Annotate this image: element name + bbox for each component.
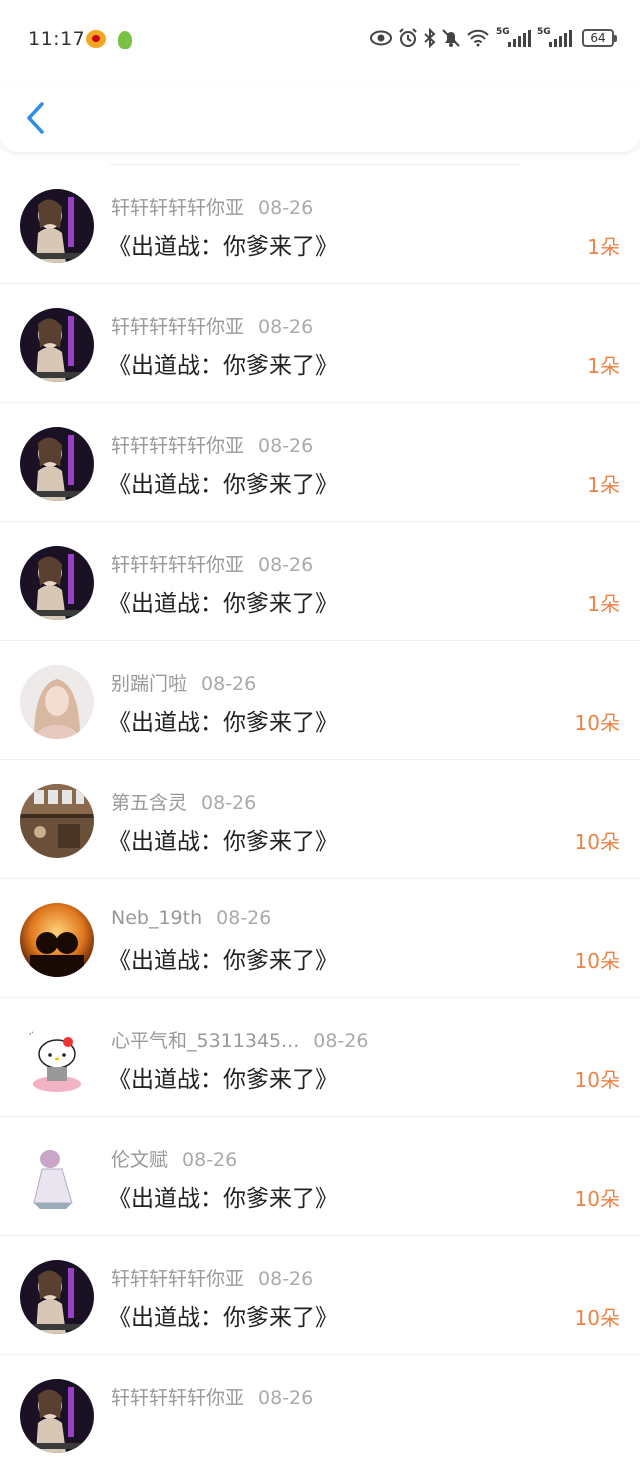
record-date: 08-26 [182,1149,238,1171]
work-title: 《出道战：你爹来了》 [108,472,338,498]
gift-record-row[interactable]: 轩轩轩轩轩你亚 08-26 《出道战：你爹来了》 1朵 [0,165,640,284]
flower-count: 1朵 [587,473,620,497]
svg-text:平: 平 [82,1026,91,1037]
user-name[interactable]: 轩轩轩轩轩你亚 [111,316,244,338]
work-title: 《出道战：你爹来了》 [108,1067,338,1093]
signal-strength-2: 5G [537,27,572,47]
flower-count: 10朵 [574,711,620,735]
signal-strength-1: 5G [496,27,531,47]
back-button[interactable] [18,98,52,138]
flower-count: 10朵 [574,949,620,973]
gift-record-row[interactable]: 轩轩轩轩轩你亚 08-26 《出道战：你爹来了》 10朵 [0,1236,640,1355]
record-date: 08-26 [216,907,272,929]
eye-icon [370,30,392,46]
user-name[interactable]: Neb_19th [111,907,202,929]
user-avatar[interactable] [20,665,94,739]
user-avatar[interactable] [20,1379,94,1453]
record-date: 08-26 [201,673,257,695]
user-name[interactable]: 第五含灵 [111,792,187,814]
record-date: 08-26 [258,1387,314,1409]
work-title: 《出道战：你爹来了》 [108,948,338,974]
gift-record-row[interactable]: 轩轩轩轩轩你亚 08-26 《出道战：你爹来了》 1朵 [0,403,640,522]
user-name[interactable]: 轩轩轩轩轩你亚 [111,1387,244,1409]
work-title: 《出道战：你爹来了》 [108,829,338,855]
record-date: 08-26 [258,197,314,219]
mute-bell-icon [442,28,460,48]
status-bar: 11:17 5G 5G 64 [0,0,640,82]
user-avatar[interactable] [20,427,94,501]
network-type-1: 5G [496,27,510,37]
flower-count: 10朵 [574,1187,620,1211]
record-meta: 第五含灵 08-26 [111,788,256,815]
bulb-notification-icon [118,31,132,49]
work-title: 《出道战：你爹来了》 [108,710,338,736]
user-avatar[interactable] [20,784,94,858]
record-meta: 别踹门啦 08-26 [111,669,256,696]
battery-indicator: 64 [582,29,617,47]
flower-count: 10朵 [574,1068,620,1092]
user-avatar[interactable] [20,903,94,977]
user-name[interactable]: 轩轩轩轩轩你亚 [111,554,244,576]
bluetooth-icon [424,28,436,48]
gift-record-row[interactable]: 伦文赋 08-26 《出道战：你爹来了》 10朵 [0,1117,640,1236]
record-meta: 轩轩轩轩轩你亚 08-26 [111,1264,313,1291]
record-meta: 伦文赋 08-26 [111,1145,237,1172]
flower-count: 1朵 [587,235,620,259]
work-title: 《出道战：你爹来了》 [108,353,338,379]
flower-count: 1朵 [587,354,620,378]
record-date: 08-26 [258,1268,314,1290]
record-date: 08-26 [201,792,257,814]
record-meta: 轩轩轩轩轩你亚 08-26 [111,1383,313,1410]
record-date: 08-26 [258,435,314,457]
gift-record-row[interactable]: 轩轩轩轩轩你亚 08-26 《出道战：你爹来了》 1朵 [0,522,640,641]
record-meta: 轩轩轩轩轩你亚 08-26 [111,550,313,577]
gift-record-row[interactable]: 轩轩轩轩轩你亚 08-26 《出道战：你爹来了》 1朵 [0,284,640,403]
user-name[interactable]: 心平气和_5311345... [111,1030,299,1052]
status-time: 11:17 [28,28,86,50]
chevron-left-icon [27,102,44,134]
record-meta: 轩轩轩轩轩你亚 08-26 [111,431,313,458]
user-avatar[interactable] [20,1260,94,1334]
gift-record-list: 轩轩轩轩轩你亚 08-26 《出道战：你爹来了》 1朵 轩轩轩轩轩你亚 08-26 《出道战… [0,164,640,1473]
weibo-notification-icon [86,30,106,48]
flower-count: 10朵 [574,830,620,854]
wifi-icon [466,29,490,47]
work-title: 《出道战：你爹来了》 [108,1186,338,1212]
network-type-2: 5G [537,27,551,37]
nav-bar [0,82,640,152]
record-meta: 轩轩轩轩轩你亚 08-26 [111,312,313,339]
record-date: 08-26 [258,554,314,576]
user-avatar[interactable] [20,189,94,263]
gift-record-row[interactable]: 第五含灵 08-26 《出道战：你爹来了》 10朵 [0,760,640,879]
flower-count: 1朵 [587,592,620,616]
record-meta: 轩轩轩轩轩你亚 08-26 [111,193,313,220]
svg-text:心: 心 [24,1026,33,1037]
flower-count: 10朵 [574,1306,620,1330]
record-meta: Neb_19th 08-26 [111,907,271,929]
user-name[interactable]: 轩轩轩轩轩你亚 [111,197,244,219]
gift-record-row[interactable]: 心平心平气和_5311345... 08-26 《出道战：你爹来了》 10朵 [0,998,640,1117]
user-avatar[interactable] [20,308,94,382]
record-date: 08-26 [258,316,314,338]
work-title: 《出道战：你爹来了》 [108,1305,338,1331]
record-date: 08-26 [313,1030,369,1052]
user-name[interactable]: 轩轩轩轩轩你亚 [111,1268,244,1290]
user-avatar[interactable] [20,546,94,620]
alarm-icon [398,28,418,48]
work-title: 《出道战：你爹来了》 [108,234,338,260]
work-title: 《出道战：你爹来了》 [108,591,338,617]
user-name[interactable]: 别踹门啦 [111,673,187,695]
user-avatar[interactable] [20,1141,94,1215]
gift-record-row[interactable]: 别踹门啦 08-26 《出道战：你爹来了》 10朵 [0,641,640,760]
user-avatar[interactable]: 心平 [20,1022,94,1096]
user-name[interactable]: 伦文赋 [111,1149,168,1171]
status-app-icons [86,30,132,49]
record-meta: 心平气和_5311345... 08-26 [111,1026,368,1053]
gift-record-row[interactable]: 轩轩轩轩轩你亚 08-26 [0,1355,640,1473]
status-right-icons: 5G 5G 64 [370,27,617,48]
gift-record-row[interactable]: Neb_19th 08-26 《出道战：你爹来了》 10朵 [0,879,640,998]
user-name[interactable]: 轩轩轩轩轩你亚 [111,435,244,457]
